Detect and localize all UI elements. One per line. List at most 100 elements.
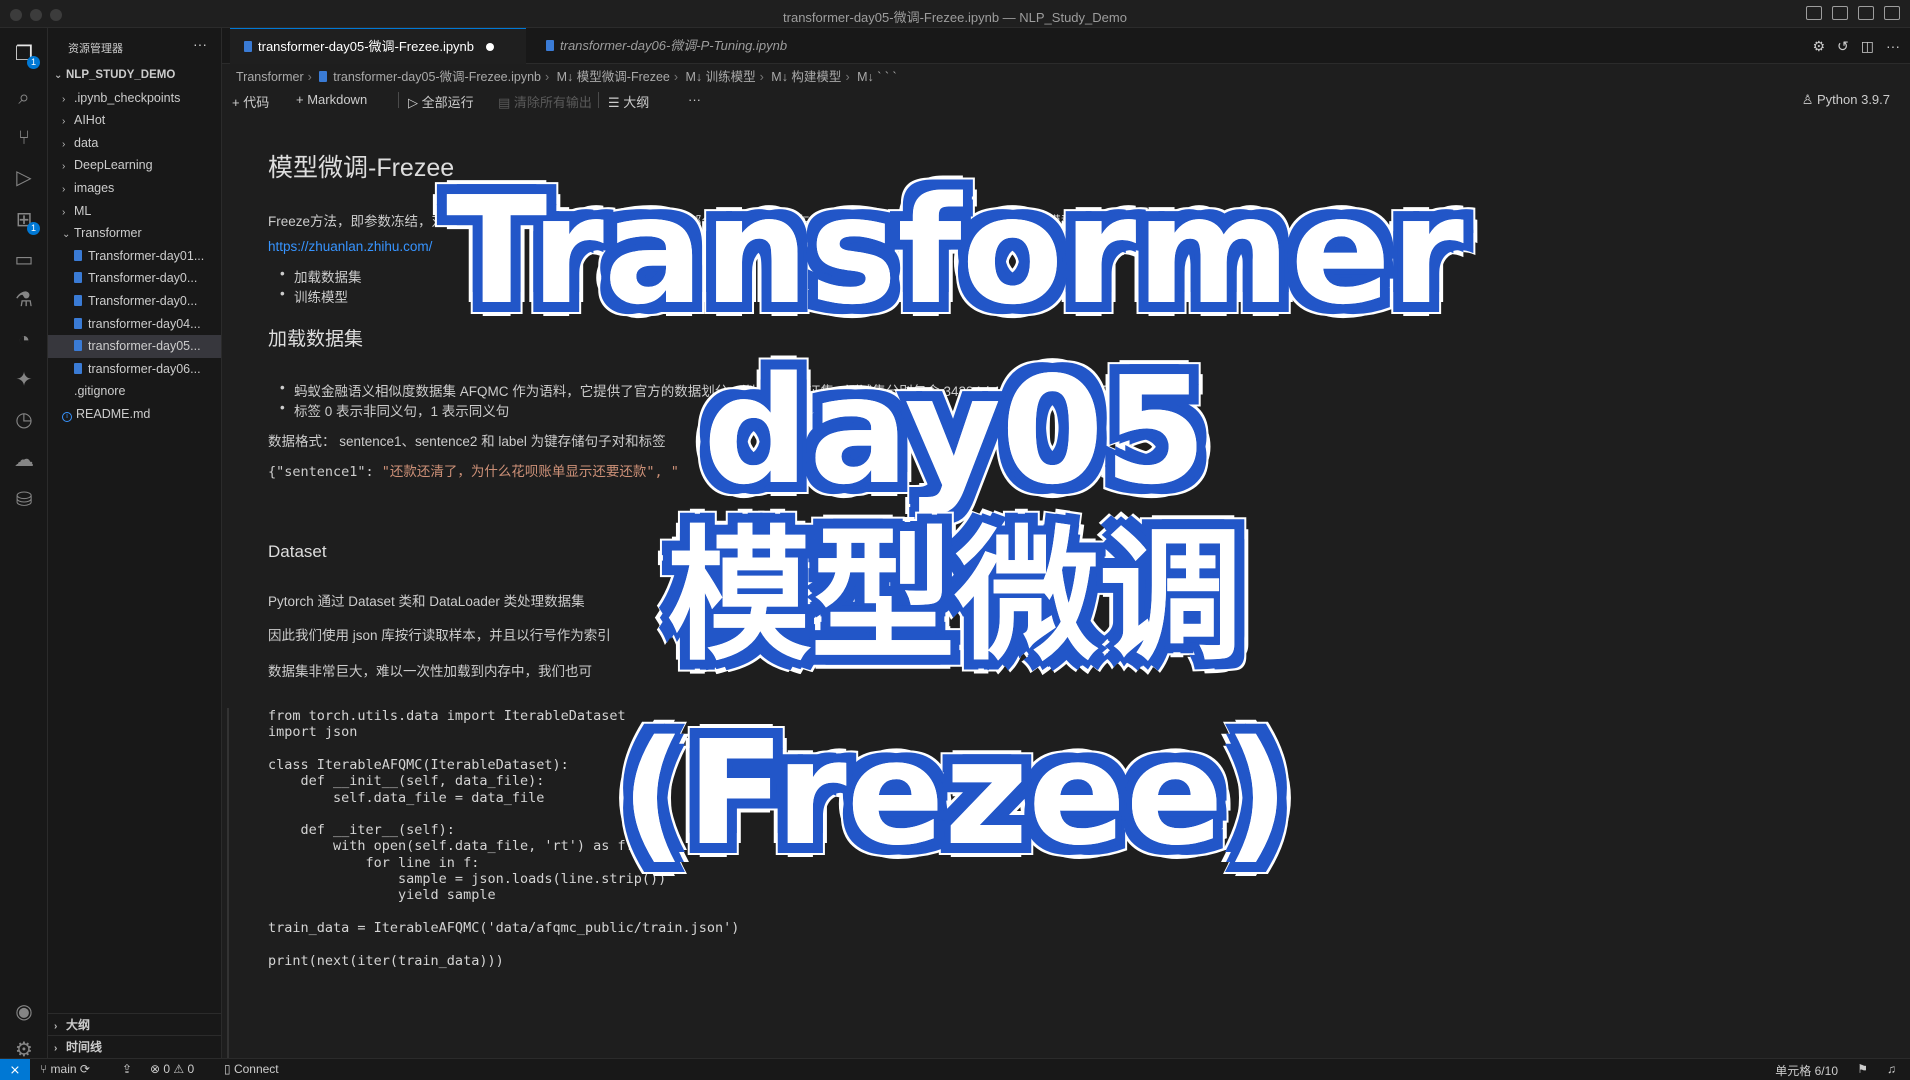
code-cell[interactable]: from torch.utils.data import IterableDat… [222, 708, 1910, 1058]
settings-icon[interactable]: ⚙ [1812, 38, 1825, 55]
database-icon[interactable]: ⛁ [12, 488, 36, 512]
python-icon[interactable]: ✦ [12, 368, 36, 392]
reference-link[interactable]: https://zhuanlan.zhihu.com/ [268, 239, 432, 254]
problems-indicator[interactable]: ⊗ 0 ⚠ 0 [150, 1062, 194, 1076]
notebook-content: 模型微调-Frezee Freeze方法，即参数冻结，对原始模型部分参数进行冻结… [222, 118, 1910, 1058]
notifications-bell-icon[interactable]: ♫ [1887, 1062, 1896, 1076]
git-graph-icon[interactable]: ◔ [12, 328, 36, 352]
toolbar-more-button[interactable]: ··· [688, 92, 701, 107]
breadcrumb-item[interactable]: M↓ 构建模型 [771, 70, 841, 84]
docker-icon[interactable]: ☁ [12, 448, 36, 472]
remote-indicator-icon[interactable]: ⨯ [0, 1059, 30, 1080]
file-tree-item[interactable]: transformer-day04... [48, 313, 221, 336]
explorer-icon[interactable]: ❐ 1 [12, 42, 40, 69]
file-tree-item[interactable]: transformer-day06... [48, 358, 221, 381]
more-actions-icon[interactable]: ··· [1886, 38, 1900, 55]
outline-button[interactable]: ☰ 大纲 [608, 92, 649, 111]
kernel-label: Python 3.9.7 [1817, 92, 1890, 107]
source-control-icon[interactable]: ⑂ [12, 126, 36, 150]
unsaved-dot-icon[interactable] [486, 43, 495, 51]
file-tree-item-label: .ipynb_checkpoints [74, 90, 181, 105]
kernel-picker[interactable]: ♙ Python 3.9.7 [1802, 92, 1890, 108]
add-markdown-cell-button[interactable]: + Markdown [296, 92, 367, 107]
sync-icon: ⟳ [76, 1062, 90, 1076]
run-debug-icon[interactable]: ▷ [12, 166, 36, 190]
notebook-icon [74, 249, 82, 261]
chevron-right-icon: › [62, 161, 66, 173]
timeline-icon[interactable]: ◷ [12, 408, 36, 432]
tab-transformer-day06[interactable]: transformer-day06-微调-P-Tuning.ipynb [532, 28, 832, 64]
code-line: from torch.utils.data import IterableDat… [268, 708, 626, 724]
tab-transformer-day05[interactable]: transformer-day05-微调-Frezee.ipynb [230, 28, 526, 64]
chevron-down-icon: ⌄ [54, 70, 63, 81]
clear-outputs-label: 清除所有输出 [513, 95, 592, 110]
notebook-icon [546, 40, 554, 51]
run-all-button[interactable]: ▷ 全部运行 [408, 92, 474, 111]
breadcrumb-item[interactable]: transformer-day05-微调-Frezee.ipynb [333, 70, 541, 84]
workspace-root[interactable]: ⌄ NLP_STUDY_DEMO [48, 64, 221, 87]
sidebar-more-button[interactable]: ··· [193, 36, 207, 52]
cell-focus-bar [227, 708, 229, 1058]
file-tree-item-label: .gitignore [74, 384, 126, 399]
file-tree-item[interactable]: .gitignore [48, 380, 221, 403]
search-icon[interactable]: ⌕ [12, 86, 36, 110]
file-tree-item-label: transformer-day05... [88, 339, 201, 354]
remote-explorer-icon[interactable]: ▭ [12, 248, 36, 272]
file-tree-item[interactable]: › .ipynb_checkpoints [48, 87, 221, 110]
connect-indicator[interactable]: ▯ Connect [224, 1062, 279, 1076]
file-tree-item[interactable]: i README.md [48, 403, 221, 426]
file-tree-item[interactable]: › data [48, 132, 221, 155]
file-tree-item[interactable]: › ML [48, 200, 221, 223]
data-format-text: 数据格式： sentence1、sentence2 和 label 为键存储句子… [268, 434, 666, 449]
breadcrumb-item[interactable]: M↓ 训练模型 [686, 70, 756, 84]
toggle-panel-icon[interactable] [1832, 6, 1848, 20]
notebook-icon [74, 362, 82, 374]
extensions-icon[interactable]: ⊞ 1 [12, 208, 40, 235]
notebook-icon [74, 272, 82, 284]
file-tree-item[interactable]: ⌄ Transformer [48, 222, 221, 245]
chevron-right-icon: › [62, 206, 66, 218]
file-tree-item[interactable]: › images [48, 177, 221, 200]
toggle-secondary-sidebar-icon[interactable] [1858, 6, 1874, 20]
clear-icon: ▤ [498, 95, 514, 110]
breadcrumb-item[interactable]: M↓ ` ` ` [857, 70, 897, 84]
notebook-icon [244, 41, 252, 52]
code-line: yield sample [268, 887, 496, 904]
error-count: 0 [163, 1062, 171, 1076]
code-line: def __iter__(self): [268, 822, 455, 839]
add-code-cell-button[interactable]: + 代码 [232, 92, 269, 111]
file-tree-item[interactable]: › DeepLearning [48, 154, 221, 177]
code-line: def __init__(self, data_file): [268, 773, 545, 790]
history-icon[interactable]: ↺ [1837, 38, 1849, 55]
feedback-icon[interactable]: ⚑ [1857, 1062, 1868, 1076]
outline-section[interactable]: › 大纲 [48, 1012, 222, 1036]
timeline-label: 时间线 [66, 1040, 103, 1055]
timeline-section[interactable]: › 时间线 [48, 1035, 222, 1058]
file-tree-item[interactable]: Transformer-day0... [48, 290, 221, 313]
file-tree-item-label: transformer-day04... [88, 316, 201, 331]
account-icon[interactable]: ◉ [12, 1000, 36, 1024]
clear-outputs-button[interactable]: ▤ 清除所有输出 [498, 92, 592, 111]
branch-indicator[interactable]: ⑂ main ⟳ [40, 1062, 90, 1076]
file-tree-item[interactable]: › AIHot [48, 109, 221, 132]
python-kernel-icon: ♙ [1801, 92, 1817, 107]
file-tree-item[interactable]: Transformer-day01... [48, 245, 221, 268]
file-tree-item[interactable]: Transformer-day0... [48, 267, 221, 290]
breadcrumb-item[interactable]: Transformer [236, 70, 304, 84]
file-tree-item-label: data [74, 135, 99, 150]
testing-icon[interactable]: ⚗ [12, 288, 36, 312]
warning-count: 0 [187, 1062, 195, 1076]
file-tree-item[interactable]: transformer-day05... [48, 335, 221, 358]
extensions-badge: 1 [27, 222, 40, 235]
file-tree-item-label: DeepLearning [74, 158, 153, 173]
section-heading-load-data: 加载数据集 [268, 329, 364, 350]
file-tree-item-label: Transformer [74, 226, 142, 241]
breadcrumb-item[interactable]: M↓ 模型微调-Frezee [557, 70, 670, 84]
cell-position[interactable]: 单元格 6/10 [1775, 1062, 1838, 1079]
split-editor-icon[interactable]: ◫ [1861, 38, 1874, 55]
publish-icon[interactable]: ⇪ [122, 1062, 132, 1076]
activity-bar: ❐ 1 ⌕ ⑂ ▷ ⊞ 1 ▭ ⚗ ◔ ✦ ◷ ☁ ⛁ ◉ ⚙ [0, 28, 48, 1061]
toggle-sidebar-icon[interactable] [1806, 6, 1822, 20]
file-tree-item-label: Transformer-day0... [88, 271, 198, 286]
customize-layout-icon[interactable] [1884, 6, 1900, 20]
